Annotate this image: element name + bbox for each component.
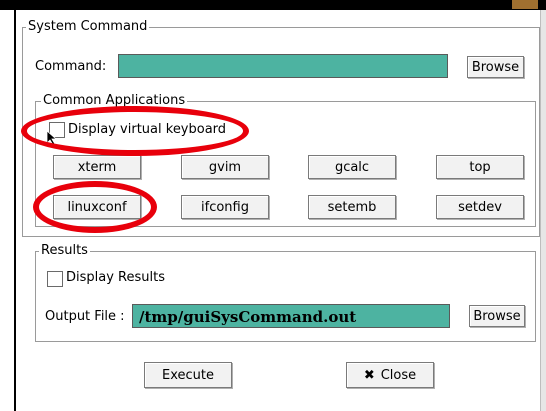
close-button-label: Close bbox=[380, 367, 417, 383]
output-file-label: Output File : bbox=[45, 309, 125, 324]
command-label: Command: bbox=[35, 59, 107, 74]
command-browse-button[interactable]: Browse bbox=[467, 56, 524, 78]
window-top-bar bbox=[0, 0, 546, 10]
app-button-gvim[interactable]: gvim bbox=[181, 155, 269, 179]
app-button-ifconfig[interactable]: ifconfig bbox=[181, 195, 269, 219]
highlight-keyboard-ellipse bbox=[21, 106, 249, 156]
app-button-gcalc[interactable]: gcalc bbox=[308, 155, 396, 179]
app-button-setdev[interactable]: setdev bbox=[436, 195, 524, 219]
display-results-checkbox[interactable] bbox=[47, 271, 63, 287]
system-command-title: System Command bbox=[26, 19, 150, 34]
x-icon: ✖ bbox=[363, 367, 375, 383]
output-file-value: /tmp/guiSysCommand.out bbox=[139, 308, 357, 326]
top-bar-accent bbox=[512, 0, 538, 9]
display-results-label: Display Results bbox=[66, 270, 165, 285]
execute-button[interactable]: Execute bbox=[144, 362, 232, 388]
results-title: Results bbox=[39, 243, 90, 258]
output-file-input[interactable]: /tmp/guiSysCommand.out bbox=[132, 304, 450, 328]
output-browse-button[interactable]: Browse bbox=[469, 305, 525, 327]
window-right-edge bbox=[540, 10, 546, 411]
close-button[interactable]: ✖ Close bbox=[346, 362, 434, 388]
app-button-setemb[interactable]: setemb bbox=[308, 195, 396, 219]
highlight-linuxconf-ellipse bbox=[33, 181, 157, 233]
app-button-top[interactable]: top bbox=[436, 155, 524, 179]
results-group bbox=[35, 251, 536, 342]
command-input[interactable] bbox=[118, 54, 448, 78]
app-button-xterm[interactable]: xterm bbox=[53, 155, 141, 179]
